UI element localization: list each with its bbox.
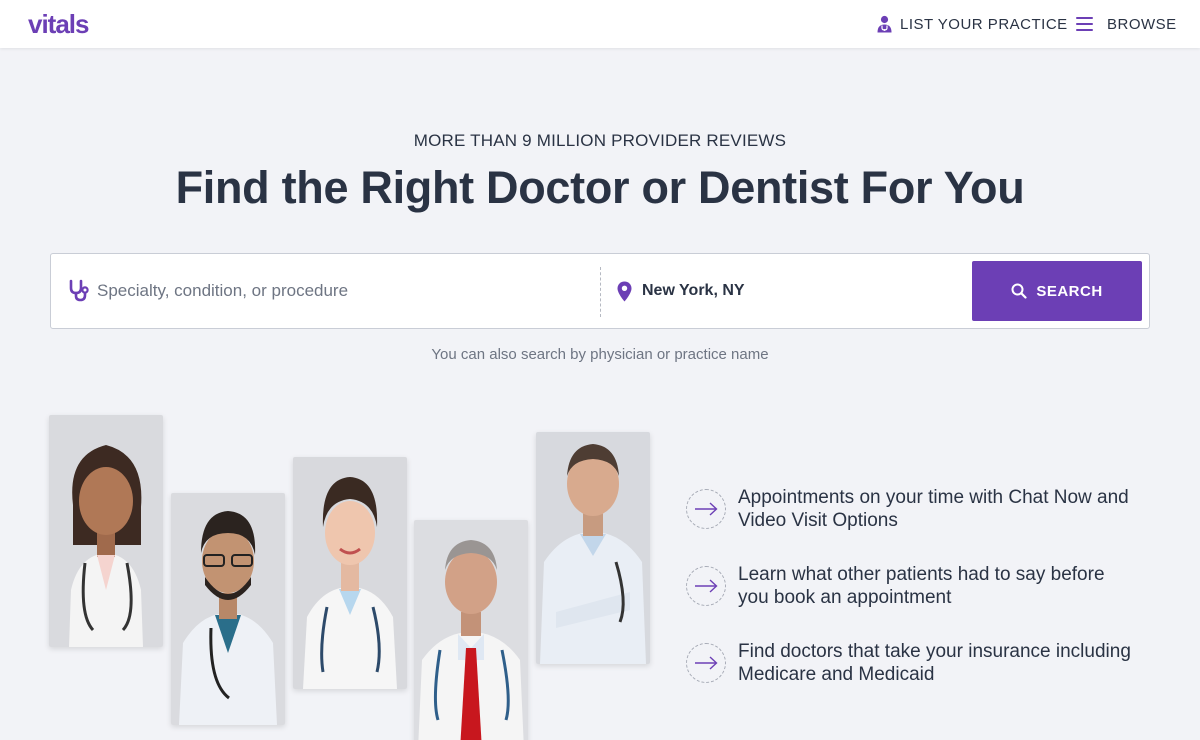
doctor-photo-2 — [171, 493, 285, 725]
search-hint: You can also search by physician or prac… — [431, 346, 769, 363]
arrow-right-icon — [686, 566, 726, 606]
vitals-logo[interactable]: vitals — [28, 9, 89, 40]
arrow-right-icon — [686, 643, 726, 683]
location-field-container — [617, 254, 957, 328]
stethoscope-icon — [69, 279, 89, 302]
list-your-practice-link[interactable]: LIST YOUR PRACTICE — [876, 14, 1068, 34]
browse-menu-button[interactable]: BROWSE — [1076, 14, 1177, 34]
location-input[interactable] — [642, 282, 932, 300]
search-field-divider — [600, 267, 601, 317]
doctor-photo-1 — [49, 415, 163, 647]
feature-text: Appointments on your time with Chat Now … — [738, 487, 1129, 531]
feature-text: Learn what other patients had to say bef… — [738, 564, 1105, 608]
doctor-photo-3 — [293, 457, 407, 689]
feature-item-reviews: Learn what other patients had to say bef… — [686, 563, 1166, 609]
search-button[interactable]: SEARCH — [972, 261, 1142, 321]
list-your-practice-label: LIST YOUR PRACTICE — [900, 15, 1068, 33]
specialty-search-input[interactable] — [97, 281, 537, 301]
feature-item-insurance: Find doctors that take your insurance in… — [686, 640, 1166, 686]
doctor-photo-4 — [414, 520, 528, 740]
provider-reviews-tagline: MORE THAN 9 MILLION PROVIDER REVIEWS — [413, 131, 787, 150]
feature-item-appointments: Appointments on your time with Chat Now … — [686, 486, 1166, 532]
magnifier-icon — [1011, 283, 1027, 299]
search-button-label: SEARCH — [1036, 282, 1103, 300]
feature-text: Find doctors that take your insurance in… — [738, 641, 1131, 685]
map-pin-icon — [617, 281, 632, 301]
browse-label: BROWSE — [1107, 15, 1177, 33]
doctor-photo-5 — [536, 432, 650, 664]
arrow-right-icon — [686, 489, 726, 529]
specialty-field-container — [51, 254, 601, 328]
doctor-icon — [877, 15, 892, 33]
doctor-search-form: SEARCH — [50, 253, 1150, 329]
hamburger-menu-icon — [1076, 17, 1093, 31]
page-headline: Find the Right Doctor or Dentist For You — [175, 162, 1025, 213]
top-navigation-bar: vitals LIST YOUR PRACTICE BROWSE — [0, 0, 1200, 48]
